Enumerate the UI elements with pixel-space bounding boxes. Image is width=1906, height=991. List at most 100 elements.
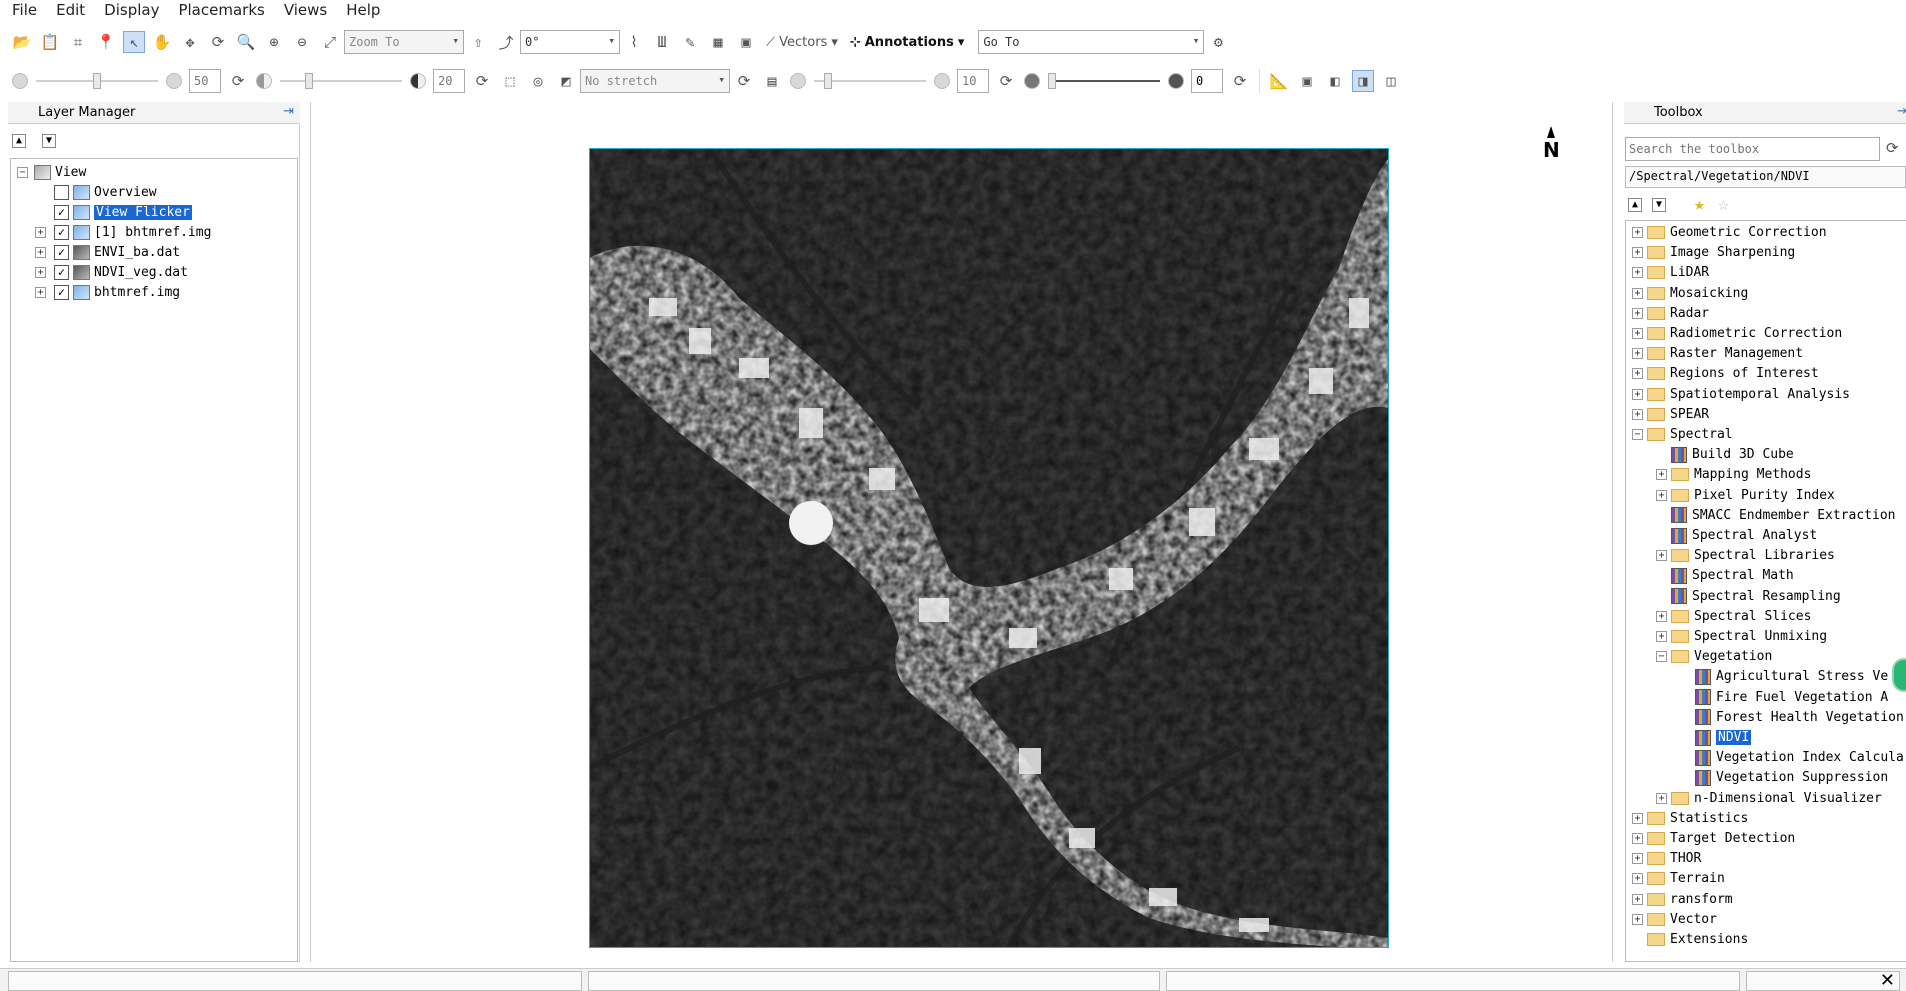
- vertex-tool-icon[interactable]: ⌇: [623, 31, 645, 53]
- toolbox-folder[interactable]: + Radar: [1632, 304, 1709, 323]
- expand-icon[interactable]: +: [1656, 550, 1667, 562]
- stretch-type-icon[interactable]: ◩: [555, 70, 577, 92]
- layer-row[interactable]: + ✓ ENVI_ba.dat: [35, 243, 180, 262]
- sharpen-value[interactable]: 10: [957, 69, 989, 93]
- collapse-icon[interactable]: −: [1632, 429, 1643, 440]
- expand-icon[interactable]: +: [1632, 388, 1643, 400]
- pin-icon[interactable]: ⇥: [1897, 104, 1906, 119]
- toolbox-tool[interactable]: Spectral Resampling: [1656, 587, 1841, 606]
- north-up-icon[interactable]: ⇧: [467, 31, 489, 53]
- toolbox-folder[interactable]: + Radiometric Correction: [1632, 324, 1842, 343]
- collapse-all-icon[interactable]: ▲: [12, 134, 26, 148]
- zoom-fit-icon[interactable]: ⤢: [319, 31, 341, 53]
- expand-icon[interactable]: +: [1656, 489, 1667, 501]
- annotations-button[interactable]: ⊹ Annotations ▾: [850, 35, 965, 50]
- toolbox-folder[interactable]: − Spectral: [1632, 425, 1733, 444]
- refresh-icon[interactable]: ⟳: [1886, 139, 1899, 157]
- roi-icon[interactable]: ▦: [707, 31, 729, 53]
- toolbox-folder[interactable]: + Spatiotemporal Analysis: [1632, 385, 1850, 404]
- rotate-icon[interactable]: ⟳: [207, 31, 229, 53]
- pixel-locator-icon[interactable]: ▣: [735, 31, 757, 53]
- toolbox-tool[interactable]: Agricultural Stress Ve: [1680, 667, 1888, 686]
- toolbox-tool[interactable]: Spectral Analyst: [1656, 526, 1817, 545]
- expand-icon[interactable]: +: [1632, 812, 1643, 824]
- goto-settings-icon[interactable]: ⚙: [1207, 31, 1229, 53]
- layer-checkbox[interactable]: ✓: [54, 285, 69, 300]
- toolbox-tool[interactable]: NDVI: [1680, 728, 1752, 747]
- expand-icon[interactable]: +: [1632, 408, 1643, 420]
- toolbox-folder[interactable]: + Pixel Purity Index: [1656, 486, 1835, 505]
- reset-contrast-icon[interactable]: ⟳: [471, 70, 493, 92]
- brightness-slider[interactable]: [36, 70, 158, 92]
- toolbox-tool[interactable]: Vegetation Suppression: [1680, 768, 1888, 787]
- transparency-value[interactable]: 0: [1191, 69, 1223, 93]
- menu-edit[interactable]: Edit: [56, 1, 85, 19]
- toolbox-folder[interactable]: + n-Dimensional Visualizer: [1656, 789, 1882, 808]
- portal-icon[interactable]: ▣: [1296, 70, 1318, 92]
- expand-icon[interactable]: +: [1632, 873, 1643, 885]
- toolbox-folder[interactable]: + Target Detection: [1632, 829, 1795, 848]
- toolbox-folder[interactable]: + Geometric Correction: [1632, 223, 1827, 242]
- toolbox-folder[interactable]: + Statistics: [1632, 809, 1748, 828]
- contrast-value[interactable]: 20: [433, 69, 465, 93]
- toolbox-folder[interactable]: + Mosaicking: [1632, 284, 1748, 303]
- brightness-value[interactable]: 50: [189, 69, 221, 93]
- layer-checkbox[interactable]: ✓: [54, 245, 69, 260]
- toolbox-folder[interactable]: + Spectral Libraries: [1656, 546, 1835, 565]
- expand-icon[interactable]: +: [1632, 287, 1643, 299]
- vectors-button[interactable]: ⟋ Vectors ▾: [766, 35, 838, 50]
- collapse-icon[interactable]: −: [1656, 651, 1667, 663]
- favorite-star-icon[interactable]: ★: [1694, 194, 1705, 215]
- layer-row[interactable]: − View: [17, 163, 86, 182]
- layer-checkbox[interactable]: ✓: [54, 265, 69, 280]
- expand-icon[interactable]: +: [1632, 348, 1643, 360]
- toolbox-folder[interactable]: + Regions of Interest: [1632, 364, 1819, 383]
- expand-icon[interactable]: +: [1656, 610, 1667, 622]
- edit-vector-icon[interactable]: ✎: [679, 31, 701, 53]
- zoom-combo[interactable]: Zoom To ▾: [344, 30, 464, 54]
- toolbox-folder[interactable]: − Vegetation: [1656, 647, 1772, 666]
- toolbox-folder[interactable]: + THOR: [1632, 849, 1701, 868]
- layer-row[interactable]: + ✓ NDVI_veg.dat: [35, 263, 188, 282]
- menu-views[interactable]: Views: [284, 1, 327, 19]
- toolbox-tool[interactable]: Build 3D Cube: [1656, 445, 1794, 464]
- toolbox-folder[interactable]: + SPEAR: [1632, 405, 1709, 424]
- expand-icon[interactable]: +: [35, 287, 46, 298]
- expand-icon[interactable]: +: [1632, 307, 1643, 319]
- layer-checkbox[interactable]: ✓: [54, 225, 69, 240]
- layer-row[interactable]: + ✓ bhtmref.img: [35, 283, 180, 302]
- expand-icon[interactable]: +: [35, 227, 46, 238]
- reset-stretch-icon[interactable]: ⟳: [733, 70, 755, 92]
- pan-hand-icon[interactable]: ✋: [151, 31, 173, 53]
- toolbox-folder[interactable]: + Spectral Unmixing: [1656, 627, 1827, 646]
- contrast-slider[interactable]: [280, 70, 402, 92]
- expand-icon[interactable]: +: [1632, 247, 1643, 259]
- collapse-all-icon[interactable]: ▲: [1628, 198, 1642, 212]
- favorite-star-outline-icon[interactable]: ☆: [1718, 194, 1729, 215]
- collapse-icon[interactable]: −: [17, 167, 28, 178]
- toolbox-folder[interactable]: + Terrain: [1632, 869, 1725, 888]
- menu-placemarks[interactable]: Placemarks: [178, 1, 264, 19]
- expand-all-icon[interactable]: ▼: [1652, 198, 1666, 212]
- reset-sharpen-icon[interactable]: ⟳: [995, 70, 1017, 92]
- layer-row[interactable]: Overview: [35, 183, 157, 202]
- sharpen-slider[interactable]: [814, 70, 926, 92]
- flicker-icon[interactable]: ◨: [1352, 70, 1374, 92]
- data-manager-icon[interactable]: 📋: [39, 31, 61, 53]
- placemark-icon[interactable]: 📍: [95, 31, 117, 53]
- join-tool-icon[interactable]: Ш: [651, 31, 673, 53]
- layer-checkbox[interactable]: ✓: [54, 205, 69, 220]
- toolbox-tool[interactable]: Spectral Math: [1656, 566, 1794, 585]
- crop-icon[interactable]: ⌗: [67, 31, 89, 53]
- expand-icon[interactable]: +: [1632, 833, 1643, 844]
- layer-row[interactable]: ✓ View Flicker: [35, 203, 192, 222]
- zoom-icon[interactable]: 🔍: [235, 31, 257, 53]
- toolbox-folder[interactable]: + Image Sharpening: [1632, 243, 1795, 262]
- toolbox-tool[interactable]: SMACC Endmember Extraction: [1656, 506, 1896, 525]
- expand-icon[interactable]: +: [1656, 631, 1667, 642]
- zoom-in-icon[interactable]: ⊕: [263, 31, 285, 53]
- transparency-slider[interactable]: [1048, 70, 1160, 92]
- close-icon[interactable]: ✕: [1880, 970, 1895, 991]
- toolbox-folder[interactable]: + Raster Management: [1632, 344, 1803, 363]
- menu-file[interactable]: File: [12, 1, 37, 19]
